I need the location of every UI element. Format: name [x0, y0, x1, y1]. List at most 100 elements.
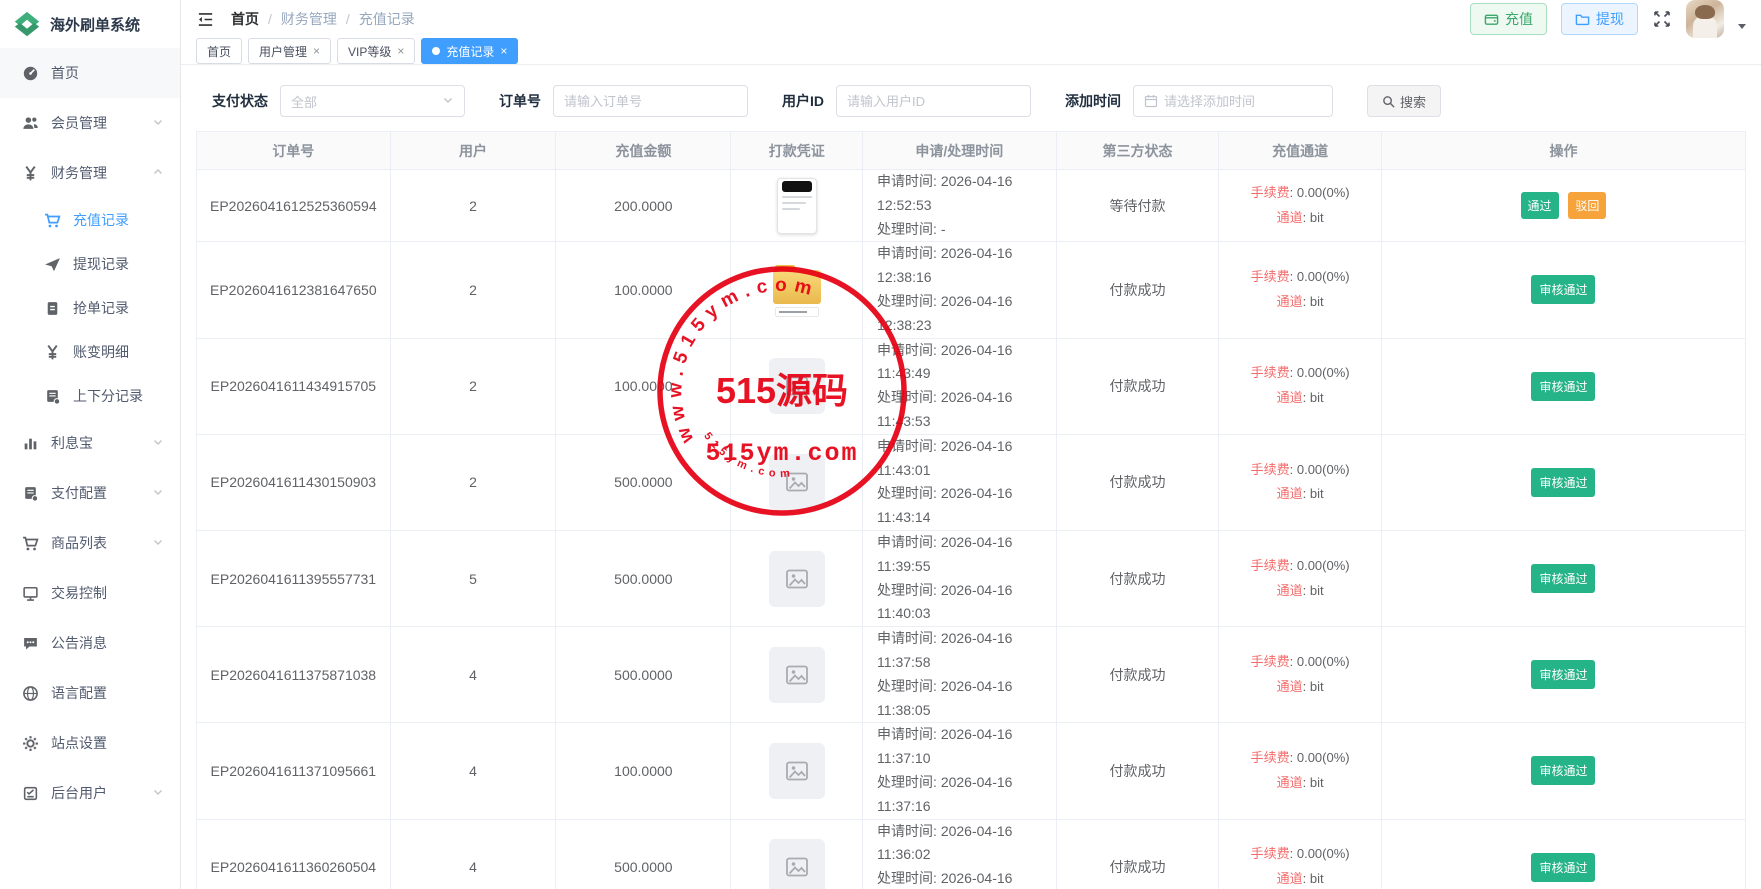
menu-fold-icon[interactable]: [196, 10, 215, 29]
payment-proof-placeholder[interactable]: [769, 743, 825, 799]
fee-value: : 0.00(0%): [1290, 462, 1350, 477]
payment-proof-placeholder[interactable]: [769, 551, 825, 607]
user-id-label: 用户ID: [782, 91, 824, 111]
document-icon: [44, 300, 61, 317]
sidebar-item-home[interactable]: 首页: [0, 48, 180, 98]
third-party-status: 付款成功: [1109, 667, 1165, 683]
payment-proof-placeholder[interactable]: [769, 839, 825, 889]
order-no: EP2026041612525360594: [210, 198, 377, 214]
channel-label: 通道: [1277, 390, 1303, 405]
third-party-status: 付款成功: [1109, 474, 1165, 490]
breadcrumb-home[interactable]: 首页: [231, 9, 259, 29]
fullscreen-icon[interactable]: [1652, 9, 1672, 29]
sidebar-item-label: 后台用户: [51, 783, 140, 803]
payment-proof-placeholder[interactable]: [769, 647, 825, 703]
close-icon[interactable]: ×: [313, 45, 320, 57]
channel-label: 通道: [1277, 871, 1303, 886]
search-icon: [1382, 95, 1395, 108]
sidebar-item-trade-control[interactable]: 交易控制: [0, 568, 180, 618]
amount: 500.0000: [614, 474, 672, 490]
sidebar-item-product-list[interactable]: 商品列表: [0, 518, 180, 568]
app-title: 海外刷单系统: [50, 14, 140, 35]
sidebar-item-payment-config[interactable]: 支付配置: [0, 468, 180, 518]
col-user: 用户: [390, 132, 556, 170]
sidebar-item-admin-users[interactable]: 后台用户: [0, 768, 180, 818]
tab-vip-level[interactable]: VIP等级 ×: [337, 38, 415, 64]
sidebar-item-label: 公告消息: [51, 633, 164, 653]
filter-bar: 支付状态 全部 订单号 用户ID 添加时间: [196, 85, 1746, 117]
tab-bar: 首页 用户管理 × VIP等级 × 充值记录 ×: [181, 38, 1761, 65]
process-time: 处理时间: 2026-04-16 11:43:14: [877, 482, 1056, 530]
payment-proof-thumbnail[interactable]: [773, 263, 821, 317]
monitor-icon: [22, 585, 39, 602]
payment-proof-placeholder[interactable]: [769, 454, 825, 510]
add-time-input[interactable]: [1164, 94, 1322, 109]
app-root: 海外刷单系统 首页 会员管理 财务管理 充值记录 提现记录 抢单记录: [0, 0, 1761, 889]
pay-status-select[interactable]: 全部: [280, 85, 465, 117]
table-row: EP2026041611434915705 2 100.0000 申请时间: 2…: [197, 338, 1746, 434]
amount: 100.0000: [614, 282, 672, 298]
amount: 500.0000: [614, 667, 672, 683]
sidebar-item-interest[interactable]: 利息宝: [0, 418, 180, 468]
avatar[interactable]: [1686, 0, 1724, 38]
sidebar-item-label: 上下分记录: [73, 386, 164, 406]
tab-home[interactable]: 首页: [196, 38, 242, 64]
user-id-input[interactable]: [847, 94, 1020, 109]
sidebar-item-label: 提现记录: [73, 254, 164, 274]
apply-time: 申请时间: 2026-04-16 11:43:01: [877, 435, 1056, 483]
channel-value: : bit: [1303, 210, 1324, 225]
sidebar-item-account-changes[interactable]: 账变明细: [0, 330, 180, 374]
approved-badge: 审核通过: [1531, 853, 1595, 882]
recharge-button[interactable]: 充值: [1470, 3, 1547, 35]
sidebar-item-language-config[interactable]: 语言配置: [0, 668, 180, 718]
tab-user-management[interactable]: 用户管理 ×: [248, 38, 331, 64]
app-logo-row: 海外刷单系统: [0, 0, 180, 48]
order-no: EP2026041611395557731: [211, 571, 377, 587]
channel-value: : bit: [1303, 583, 1324, 598]
sidebar-item-site-settings[interactable]: 站点设置: [0, 718, 180, 768]
sidebar-item-label: 首页: [51, 63, 164, 83]
apply-time: 申请时间: 2026-04-16 12:52:53: [877, 170, 1056, 218]
payment-proof-placeholder[interactable]: [769, 358, 825, 414]
apply-time: 申请时间: 2026-04-16 11:39:55: [877, 531, 1056, 579]
cart-icon: [44, 212, 61, 229]
breadcrumb-current: 充值记录: [359, 9, 415, 29]
process-time: 处理时间: -: [877, 218, 1056, 242]
col-amount: 充值金额: [556, 132, 731, 170]
sidebar-item-finance[interactable]: 财务管理: [0, 148, 180, 198]
col-channel: 充值通道: [1219, 132, 1382, 170]
amount: 500.0000: [614, 859, 672, 875]
payment-proof-thumbnail[interactable]: [777, 178, 817, 234]
topbar: 首页 / 财务管理 / 充值记录 充值 提现: [181, 0, 1761, 38]
order-no-input[interactable]: [564, 94, 737, 109]
caret-down-icon[interactable]: [1738, 24, 1746, 29]
sidebar-item-members[interactable]: 会员管理: [0, 98, 180, 148]
amount: 100.0000: [614, 763, 672, 779]
yen-icon: [44, 344, 61, 361]
yen-icon: [22, 165, 39, 182]
withdraw-button[interactable]: 提现: [1561, 3, 1638, 35]
sidebar-item-recharge-records[interactable]: 充值记录: [0, 198, 180, 242]
process-time: 处理时间: 2026-04-16 11:40:03: [877, 579, 1056, 627]
form-icon: [22, 785, 39, 802]
sidebar-item-score-records[interactable]: 上下分记录: [0, 374, 180, 418]
tab-recharge-records[interactable]: 充值记录 ×: [421, 38, 518, 64]
breadcrumb-finance[interactable]: 财务管理: [281, 9, 337, 29]
calendar-icon: [1144, 94, 1158, 108]
sidebar-item-announcements[interactable]: 公告消息: [0, 618, 180, 668]
close-icon[interactable]: ×: [500, 45, 507, 57]
sidebar-item-withdraw-records[interactable]: 提现记录: [0, 242, 180, 286]
reject-button[interactable]: 驳回: [1568, 192, 1606, 219]
apply-time: 申请时间: 2026-04-16 12:38:16: [877, 242, 1056, 290]
amount: 500.0000: [614, 571, 672, 587]
approve-button[interactable]: 通过: [1521, 192, 1559, 219]
order-no: EP2026041611434915705: [211, 378, 377, 394]
sidebar-item-order-records[interactable]: 抢单记录: [0, 286, 180, 330]
close-icon[interactable]: ×: [397, 45, 404, 57]
sidebar-item-label: 充值记录: [73, 210, 164, 230]
user-id: 4: [469, 667, 477, 683]
cart-icon: [22, 535, 39, 552]
add-time-picker[interactable]: [1133, 85, 1333, 117]
table-row: EP2026041611375871038 4 500.0000 申请时间: 2…: [197, 627, 1746, 723]
search-button[interactable]: 搜索: [1367, 85, 1441, 117]
